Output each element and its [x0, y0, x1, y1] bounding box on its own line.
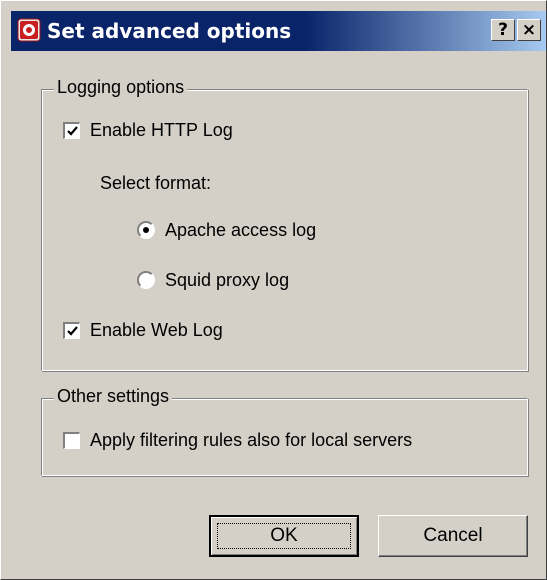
title-bar[interactable]: Set advanced options ? ×: [11, 11, 546, 51]
format-radio-label: Squid proxy log: [165, 269, 290, 290]
radio-unselected-icon: [137, 271, 155, 289]
advanced-options-dialog: Set advanced options ? × Logging options…: [0, 0, 547, 580]
logging-options-legend: Logging options: [54, 76, 188, 98]
help-button[interactable]: ?: [491, 19, 515, 41]
http-log-checkmark-icon: [63, 121, 80, 139]
window-title: Set advanced options: [47, 19, 292, 43]
radio-selected-icon: [137, 221, 155, 239]
format-radio-squid[interactable]: Squid proxy log: [137, 267, 289, 293]
enable-http-log-label: Enable HTTP Log: [90, 119, 233, 140]
unchecked-box-icon: [63, 431, 80, 449]
apply-filtering-checkbox[interactable]: Apply filtering rules also for local ser…: [63, 427, 412, 453]
web-log-checkmark-icon: [63, 321, 80, 339]
cancel-button[interactable]: Cancel: [378, 515, 528, 557]
app-icon: [17, 18, 41, 42]
cancel-button-label: Cancel: [423, 525, 483, 546]
enable-web-log-checkbox[interactable]: Enable Web Log: [63, 317, 223, 343]
help-icon: ?: [498, 20, 508, 40]
ok-button[interactable]: OK: [209, 515, 359, 557]
format-radio-label: Apache access log: [165, 219, 317, 240]
close-button[interactable]: ×: [517, 19, 541, 41]
apply-filtering-label: Apply filtering rules also for local ser…: [90, 429, 413, 450]
format-radio-apache[interactable]: Apache access log: [137, 217, 316, 243]
other-settings-legend: Other settings: [54, 385, 173, 407]
enable-http-log-checkbox[interactable]: Enable HTTP Log: [63, 117, 233, 143]
ok-button-label: OK: [270, 525, 298, 546]
close-icon: ×: [521, 20, 537, 40]
select-format-label: Select format:: [100, 173, 212, 193]
enable-web-log-label: Enable Web Log: [90, 319, 223, 340]
